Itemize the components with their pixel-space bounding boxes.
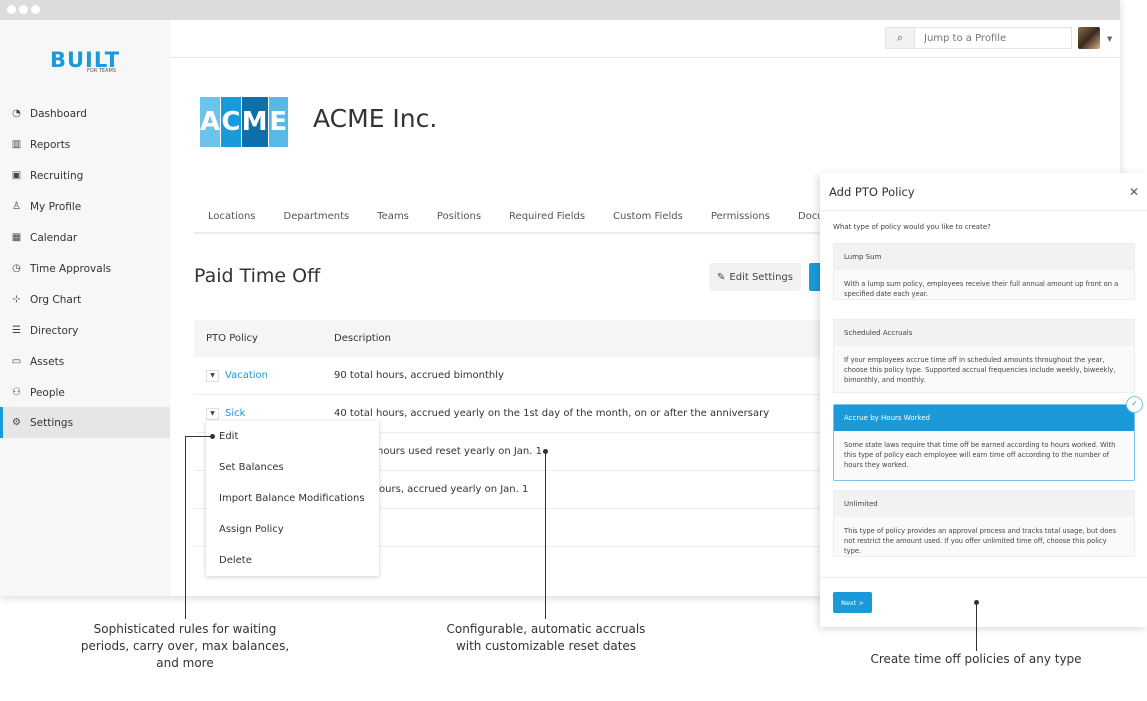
sidebar-item-calendar[interactable]: ▦ Calendar	[0, 222, 170, 253]
sidebar-item-label: Assets	[30, 355, 65, 368]
org-chart-icon: ⊹	[12, 294, 21, 305]
page-title: Paid Time Off	[194, 265, 321, 287]
menu-item-delete[interactable]: Delete	[206, 545, 379, 576]
tab-departments[interactable]: Departments	[270, 207, 364, 232]
tab-required-fields[interactable]: Required Fields	[495, 207, 599, 232]
sidebar-item-assets[interactable]: ▭ Assets	[0, 346, 170, 377]
callout-rules: Sophisticated rules for waiting periods,…	[80, 622, 290, 670]
policy-link[interactable]: Vacation	[225, 370, 268, 381]
sidebar-item-label: Settings	[30, 416, 74, 429]
option-lump-sum[interactable]: Lump Sum With a lump sum policy, employee…	[833, 243, 1135, 300]
next-button[interactable]: Next >	[833, 592, 872, 613]
tab-custom-fields[interactable]: Custom Fields	[599, 207, 697, 232]
table-row: ▼ Vacation 90 total hours, accrued bimonth…	[194, 357, 820, 395]
company-name: ACME Inc.	[313, 104, 438, 133]
row-dropdown-toggle[interactable]: ▼	[206, 369, 219, 382]
window-minimize-dot[interactable]	[19, 5, 28, 14]
sidebar-item-label: Directory	[30, 324, 79, 337]
profile-search-input[interactable]	[914, 27, 1072, 49]
window-titlebar	[0, 0, 1120, 20]
pencil-icon: ✎	[717, 271, 726, 283]
policy-description: ours, accrued yearly on Jan. 1	[379, 484, 529, 495]
close-icon[interactable]: ✕	[1129, 185, 1139, 199]
user-icon: ♙	[12, 201, 21, 212]
sidebar-item-recruiting[interactable]: ▣ Recruiting	[0, 160, 170, 191]
sidebar-item-label: My Profile	[30, 200, 82, 213]
menu-item-edit[interactable]: Edit	[206, 421, 379, 452]
sidebar-item-label: Dashboard	[30, 107, 87, 120]
policy-link[interactable]: Sick	[225, 408, 245, 419]
column-header-description: Description	[334, 333, 391, 344]
tab-permissions[interactable]: Permissions	[697, 207, 784, 232]
gear-icon: ⚙	[12, 417, 21, 428]
window-close-dot[interactable]	[7, 5, 16, 14]
sidebar-item-label: Recruiting	[30, 169, 84, 182]
chevron-down-icon[interactable]: ▼	[1107, 35, 1112, 43]
sidebar-item-label: Calendar	[30, 231, 78, 244]
menu-item-set-balances[interactable]: Set Balances	[206, 452, 379, 483]
callout-policy-types: Create time off policies of any type	[870, 652, 1082, 666]
monitor-icon: ▭	[11, 356, 22, 367]
add-pto-policy-modal: Add PTO Policy ✕ What type of policy wou…	[820, 173, 1147, 627]
people-icon: ⚇	[12, 387, 21, 398]
sidebar-item-reports[interactable]: ▥ Reports	[0, 129, 170, 160]
sidebar-item-settings[interactable]: ⚙ Settings	[0, 407, 170, 438]
menu-item-assign-policy[interactable]: Assign Policy	[206, 514, 379, 545]
callout-line	[545, 452, 546, 619]
bar-chart-icon: ▥	[11, 139, 22, 150]
sidebar-item-people[interactable]: ⚇ People	[0, 377, 170, 408]
column-header-policy: PTO Policy	[206, 333, 258, 344]
edit-settings-label: Edit Settings	[729, 271, 793, 283]
menu-item-import-balance-modifications[interactable]: Import Balance Modifications	[206, 483, 379, 514]
user-avatar[interactable]	[1078, 27, 1100, 49]
tab-positions[interactable]: Positions	[423, 207, 495, 232]
sidebar-item-my-profile[interactable]: ♙ My Profile	[0, 191, 170, 222]
clock-icon: ◷	[12, 263, 21, 274]
policy-actions-menu: Edit Set Balances Import Balance Modific…	[206, 421, 379, 576]
window-maximize-dot[interactable]	[31, 5, 40, 14]
sidebar-item-org-chart[interactable]: ⊹ Org Chart	[0, 284, 170, 315]
callout-line	[976, 603, 977, 651]
option-unlimited[interactable]: Unlimited This type of policy provides an…	[833, 490, 1135, 557]
edit-settings-button[interactable]: ✎ Edit Settings	[709, 263, 801, 291]
callout-accruals: Configurable, automatic accruals with cu…	[446, 622, 646, 653]
modal-question: What type of policy would you like to cr…	[833, 223, 991, 231]
dashboard-icon: ◔	[12, 108, 21, 119]
sidebar-item-label: People	[30, 386, 65, 399]
option-scheduled-accruals[interactable]: Scheduled Accruals If your employees accr…	[833, 319, 1135, 393]
company-logo: A C M E	[200, 97, 288, 147]
sidebar-item-directory[interactable]: ☰ Directory	[0, 315, 170, 346]
search-icon[interactable]: ⌕	[885, 27, 915, 49]
list-icon: ☰	[12, 325, 21, 336]
calendar-icon: ▦	[11, 232, 22, 243]
sidebar-item-time-approvals[interactable]: ◷ Time Approvals	[0, 253, 170, 284]
settings-tabs: Locations Departments Teams Positions Re…	[194, 207, 846, 234]
sidebar-item-dashboard[interactable]: ◔ Dashboard	[0, 98, 170, 129]
built-tagline: FOR TEAMS	[87, 68, 116, 74]
sidebar-item-label: Reports	[30, 138, 71, 151]
policy-description: 40 total hours, accrued yearly on the 1s…	[334, 408, 770, 419]
callout-line	[185, 436, 186, 619]
tab-teams[interactable]: Teams	[363, 207, 423, 232]
option-accrue-by-hours-worked[interactable]: Accrue by Hours Worked Some state laws re…	[833, 404, 1135, 481]
sidebar-item-label: Time Approvals	[30, 262, 112, 275]
briefcase-icon: ▣	[11, 170, 22, 181]
table-header: PTO Policy Description	[194, 320, 820, 357]
sidebar-item-label: Org Chart	[30, 293, 82, 306]
row-dropdown-toggle[interactable]: ▼	[206, 407, 219, 420]
check-icon: ✓	[1126, 396, 1143, 413]
callout-line	[185, 436, 211, 437]
tab-locations[interactable]: Locations	[194, 207, 270, 232]
modal-title: Add PTO Policy	[820, 173, 1147, 211]
policy-description: 90 total hours, accrued bimonthly	[334, 370, 504, 381]
policy-description: hours used reset yearly on Jan. 1	[377, 446, 542, 457]
